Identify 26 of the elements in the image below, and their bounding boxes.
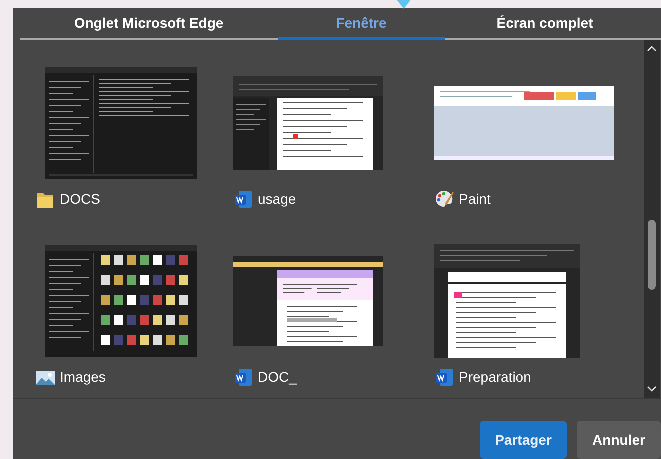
window-title: DOCS [60, 191, 100, 207]
document-icon [233, 366, 254, 388]
tab[interactable]: Fenêtre [278, 8, 445, 40]
scroll-up-icon[interactable] [647, 46, 657, 52]
tab[interactable]: Écran complet [445, 8, 645, 40]
window-title: Preparation [459, 369, 532, 385]
window-thumbnail[interactable] [45, 67, 197, 179]
window-title: Paint [459, 191, 491, 207]
window-thumbnail[interactable] [434, 86, 614, 160]
window-title: Images [60, 369, 106, 385]
scrollbar[interactable] [644, 40, 660, 398]
cancel-button[interactable]: Annuler [577, 421, 661, 459]
document-icon [233, 188, 254, 210]
window-title: DOC_ [258, 369, 297, 385]
window-thumbnail[interactable] [233, 256, 383, 346]
document-icon [434, 366, 455, 388]
window-thumbnail[interactable] [233, 76, 383, 170]
share-button[interactable]: Partager [480, 421, 567, 459]
scrollbar-thumb[interactable] [648, 220, 656, 290]
window-title: usage [258, 191, 296, 207]
window-thumbnail[interactable] [45, 245, 197, 357]
window-thumbnail[interactable] [434, 244, 580, 358]
palette-icon [434, 188, 455, 210]
scroll-down-icon[interactable] [647, 386, 657, 392]
arrow-icon [397, 0, 411, 9]
tab[interactable]: Onglet Microsoft Edge [20, 8, 278, 40]
